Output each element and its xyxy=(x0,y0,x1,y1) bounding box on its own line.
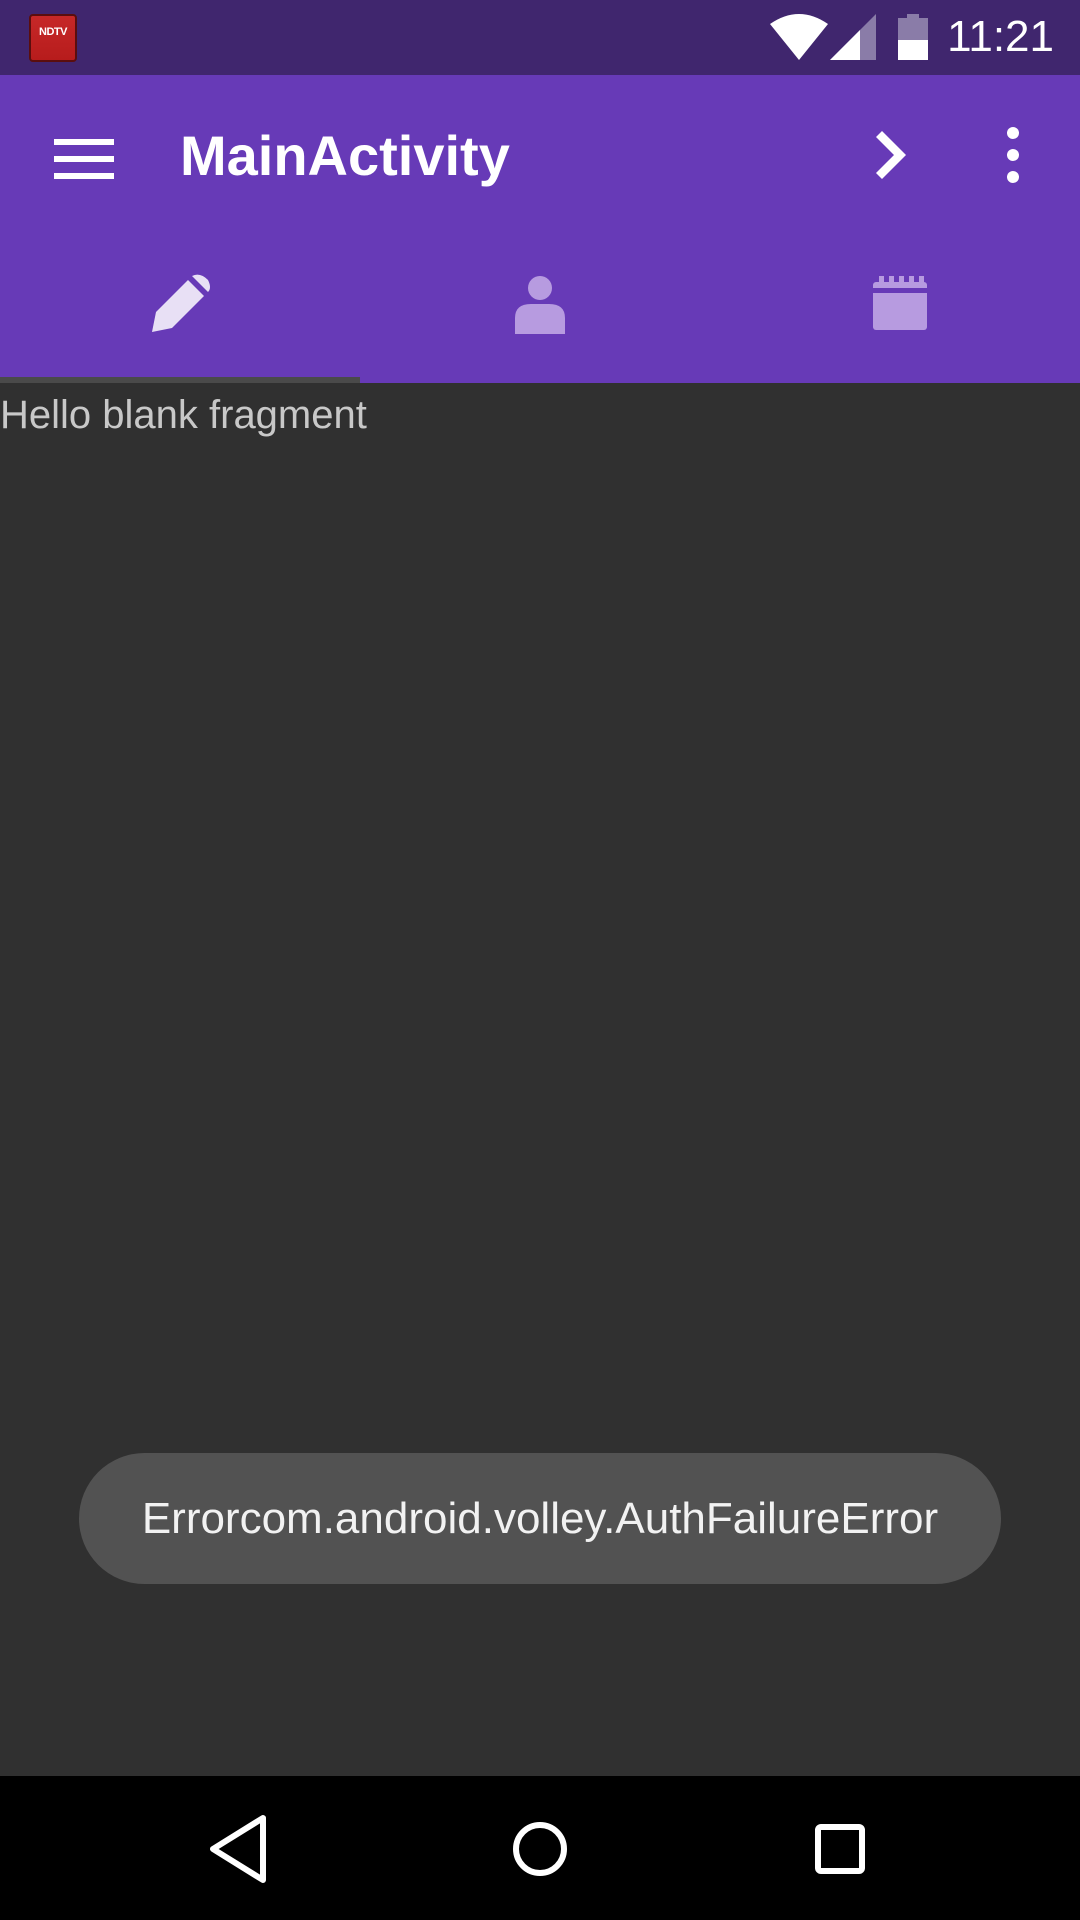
screen: NDTV 11:21 MainActivity Hello blank frag… xyxy=(0,0,1080,1920)
tab-bar xyxy=(0,225,1080,383)
more-vert-icon[interactable] xyxy=(990,125,1036,185)
battery-icon xyxy=(898,14,928,60)
person-icon xyxy=(515,276,565,334)
notification-app-label: NDTV xyxy=(39,26,67,38)
recents-icon[interactable] xyxy=(795,1804,885,1894)
ndtv-notification-icon: NDTV xyxy=(29,14,77,62)
status-time: 11:21 xyxy=(947,12,1054,61)
cell-signal-icon xyxy=(830,14,876,60)
back-icon[interactable] xyxy=(195,1804,285,1894)
status-bar: NDTV 11:21 xyxy=(0,0,1080,75)
app-title: MainActivity xyxy=(180,124,510,187)
fragment-text: Hello blank fragment xyxy=(0,393,367,437)
toast: Errorcom.android.volley.AuthFailureError xyxy=(79,1453,1001,1584)
toast-message: Errorcom.android.volley.AuthFailureError xyxy=(141,1493,939,1543)
pencil-icon xyxy=(152,274,210,332)
tab-edit[interactable] xyxy=(0,225,360,383)
chevron-right-icon[interactable] xyxy=(860,125,920,185)
app-bar: MainActivity xyxy=(0,75,1080,383)
hamburger-menu-icon[interactable] xyxy=(44,125,124,205)
wifi-icon xyxy=(770,14,828,60)
calendar-icon xyxy=(873,276,927,330)
home-icon[interactable] xyxy=(495,1804,585,1894)
tab-calendar[interactable] xyxy=(720,225,1080,383)
navigation-bar xyxy=(0,1776,1080,1920)
tab-profile[interactable] xyxy=(360,225,720,383)
